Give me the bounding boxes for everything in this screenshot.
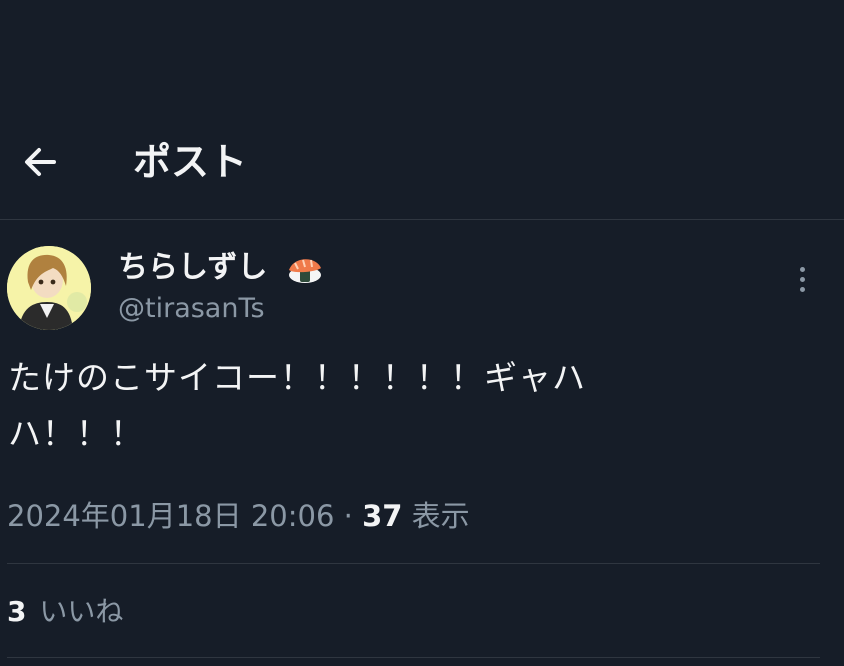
views-label: 表示 (411, 499, 470, 533)
more-icon (799, 266, 805, 272)
post-text-line: たけのこサイコー！！！！！！ギャハ (8, 358, 586, 397)
divider (7, 563, 820, 564)
meta-separator: · (343, 499, 353, 533)
back-button[interactable] (18, 140, 62, 184)
views-count: 37 (362, 499, 403, 533)
avatar[interactable] (7, 246, 91, 330)
arrow-left-icon (25, 148, 56, 176)
author-handle[interactable]: @tirasanTs (118, 291, 265, 327)
post-text: たけのこサイコー！！！！！！ギャハ ハ！！！ (8, 350, 708, 462)
author-display-name[interactable]: ちらしずし (118, 248, 267, 288)
likes-label: いいね (39, 595, 124, 628)
post-text-line: ハ！！！ (8, 414, 144, 453)
page-title: ポスト (133, 140, 248, 184)
likes-count: 3 (7, 595, 27, 628)
sushi-icon (286, 250, 324, 286)
divider (7, 657, 820, 658)
top-bar: ポスト (0, 0, 844, 220)
timestamp[interactable]: 2024年01月18日 20:06 (7, 499, 334, 533)
likes-link[interactable]: 3 いいね (7, 592, 123, 632)
more-options-button[interactable] (786, 262, 818, 296)
post-meta: 2024年01月18日 20:06 · 37 表示 (7, 496, 470, 536)
avatar-image (7, 246, 91, 330)
